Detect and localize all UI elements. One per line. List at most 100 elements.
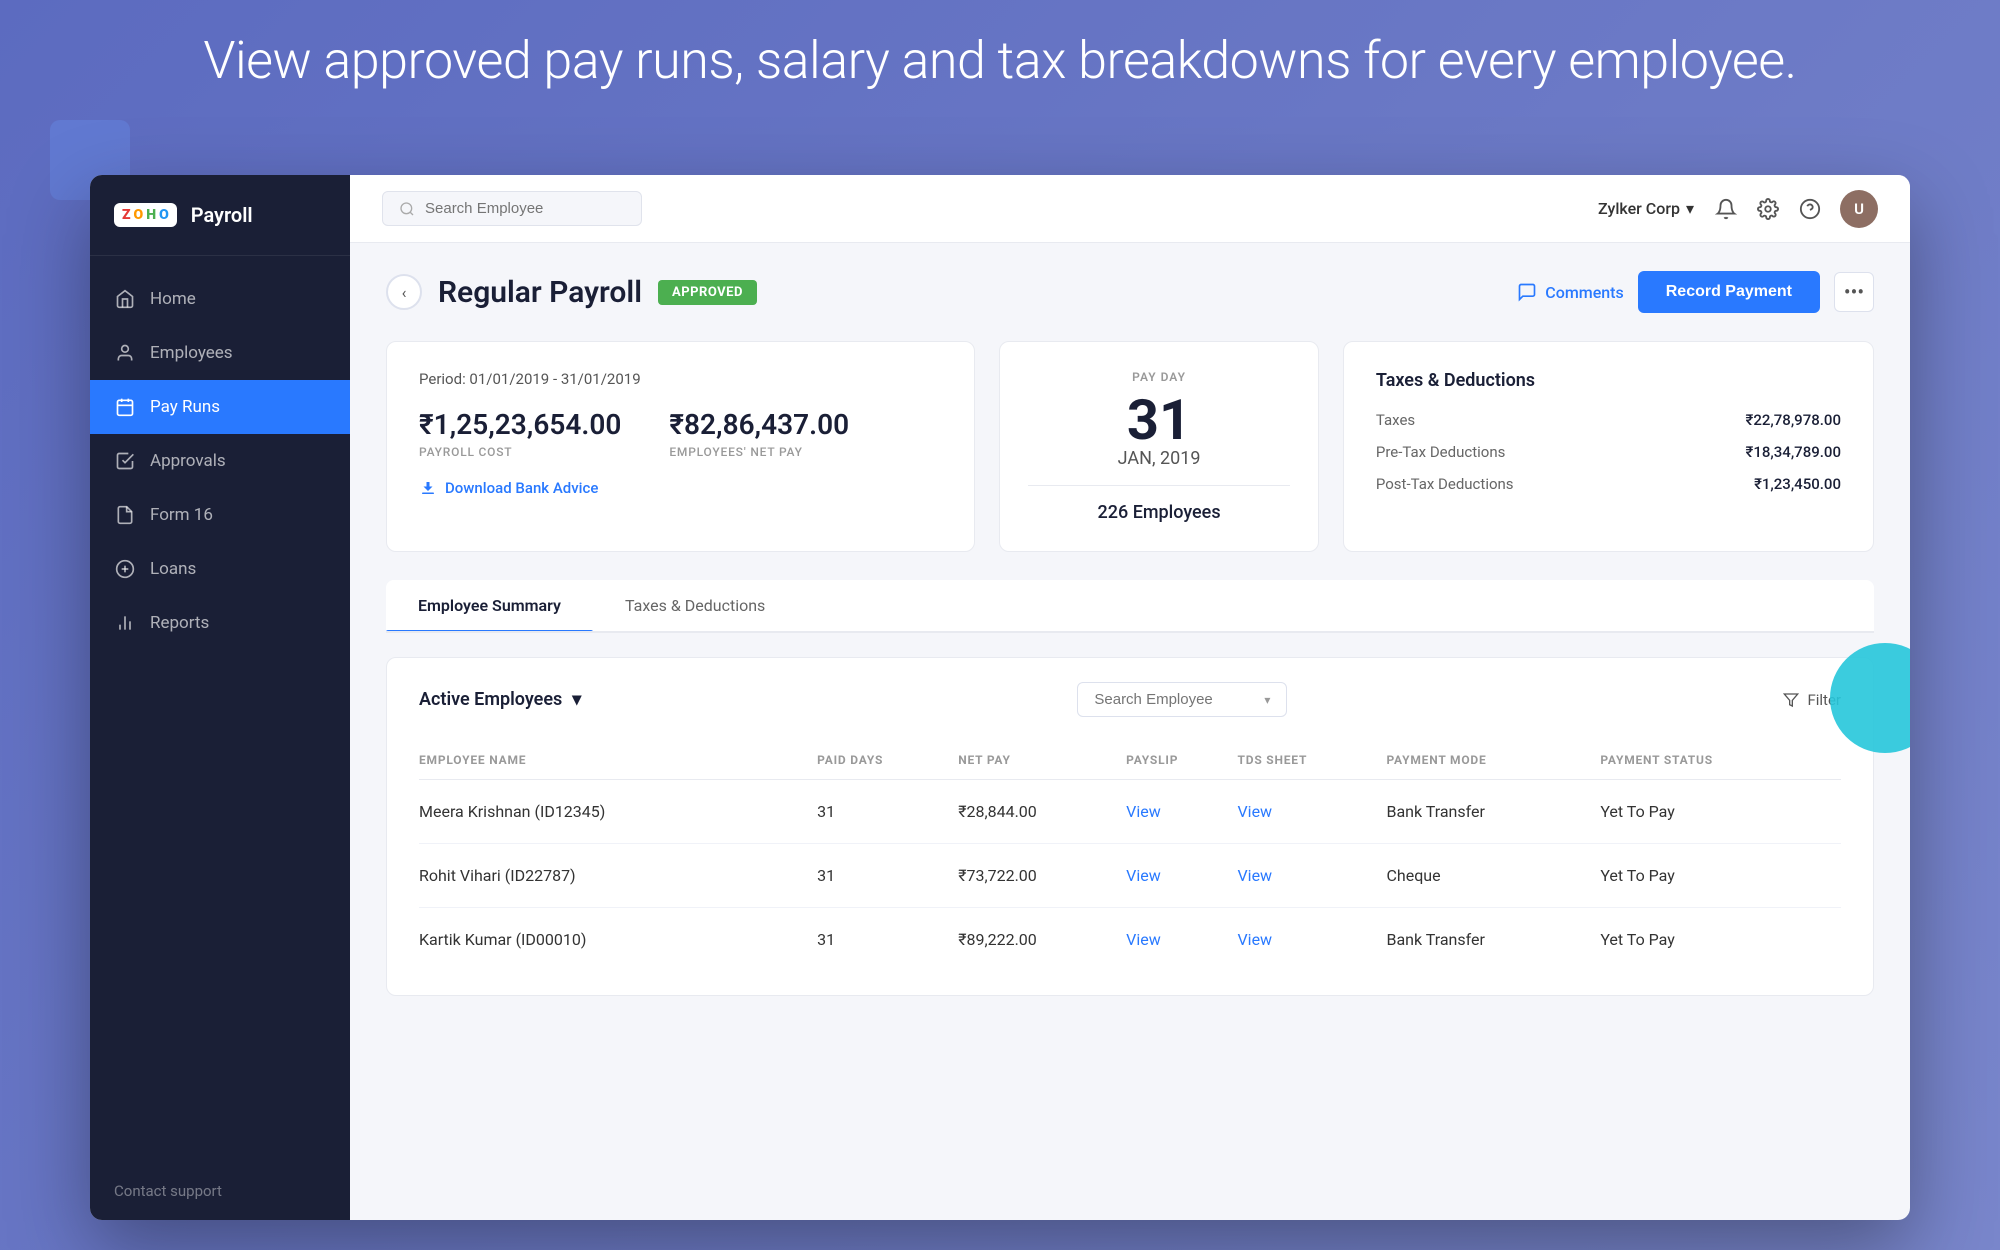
search-box[interactable] — [382, 191, 642, 226]
search-icon — [399, 201, 415, 217]
amounts-row: ₹1,25,23,654.00 PAYROLL COST ₹82,86,437.… — [419, 408, 942, 459]
download-bank-advice-link[interactable]: Download Bank Advice — [419, 479, 942, 497]
summary-cards: Period: 01/01/2019 - 31/01/2019 ₹1,25,23… — [386, 341, 1874, 552]
help-icon[interactable] — [1798, 197, 1822, 221]
topbar: Zylker Corp ▾ U — [350, 175, 1910, 243]
employees-count: 226 Employees — [1028, 485, 1290, 523]
contact-support[interactable]: Contact support — [90, 1162, 350, 1220]
sidebar-item-label-home: Home — [150, 289, 196, 309]
search-employee-input-box[interactable]: ▾ — [1077, 682, 1287, 717]
cell-paid-days-1: 31 — [817, 844, 958, 908]
cell-employee-name-2: Kartik Kumar (ID00010) — [419, 908, 817, 972]
cell-tds-sheet-0[interactable]: View — [1237, 780, 1386, 844]
tab-employee-summary[interactable]: Employee Summary — [386, 580, 593, 631]
check-square-icon — [114, 450, 136, 472]
calendar-icon — [114, 396, 136, 418]
table-toolbar: Active Employees ▾ ▾ Filter — [419, 682, 1841, 717]
back-button[interactable]: ‹ — [386, 274, 422, 310]
tax-row-posttax: Post-Tax Deductions ₹1,23,450.00 — [1376, 475, 1841, 493]
sidebar-item-label-form16: Form 16 — [150, 505, 213, 525]
payday-label: PAY DAY — [1028, 370, 1290, 384]
cell-payslip-2[interactable]: View — [1126, 908, 1237, 972]
page-title: Regular Payroll — [438, 275, 642, 310]
logo-z: Z — [122, 207, 131, 223]
col-payslip: PAYSLIP — [1126, 741, 1237, 780]
cell-payslip-1[interactable]: View — [1126, 844, 1237, 908]
logo-o2: O — [159, 207, 169, 223]
payroll-card: Period: 01/01/2019 - 31/01/2019 ₹1,25,23… — [386, 341, 975, 552]
cell-payment-mode-1: Cheque — [1386, 844, 1600, 908]
page-content: ‹ Regular Payroll APPROVED Comments Reco… — [350, 243, 1910, 1220]
more-options-button[interactable]: ••• — [1834, 272, 1874, 312]
record-payment-button[interactable]: Record Payment — [1638, 271, 1820, 313]
approved-badge: APPROVED — [658, 280, 757, 305]
sidebar-logo: Z O H O Payroll — [90, 175, 350, 256]
active-employees-label: Active Employees — [419, 689, 562, 710]
cell-tds-sheet-1[interactable]: View — [1237, 844, 1386, 908]
sidebar-item-loans[interactable]: Loans — [90, 542, 350, 596]
col-payment-mode: PAYMENT MODE — [1386, 741, 1600, 780]
cell-tds-sheet-2[interactable]: View — [1237, 908, 1386, 972]
file-icon — [114, 504, 136, 526]
sidebar: Z O H O Payroll Home Employees — [90, 175, 350, 1220]
download-label: Download Bank Advice — [445, 479, 598, 497]
person-icon — [114, 342, 136, 364]
table-row: Kartik Kumar (ID00010) 31 ₹89,222.00 Vie… — [419, 908, 1841, 972]
sidebar-nav: Home Employees Pay Runs Approvals — [90, 256, 350, 1162]
chevron-down-icon: ▾ — [1686, 199, 1694, 218]
company-name-text: Zylker Corp — [1598, 199, 1680, 218]
col-paid-days: PAID DAYS — [817, 741, 958, 780]
tax-name-pretax: Pre-Tax Deductions — [1376, 443, 1505, 461]
table-row: Rohit Vihari (ID22787) 31 ₹73,722.00 Vie… — [419, 844, 1841, 908]
logo-payroll: Payroll — [191, 203, 253, 227]
sidebar-item-form16[interactable]: Form 16 — [90, 488, 350, 542]
employee-table: EMPLOYEE NAME PAID DAYS NET PAY PAYSLIP … — [419, 741, 1841, 971]
hero-text: View approved pay runs, salary and tax b… — [0, 30, 2000, 91]
sidebar-item-payruns[interactable]: Pay Runs — [90, 380, 350, 434]
tab-taxes-deductions[interactable]: Taxes & Deductions — [593, 580, 797, 631]
search-employee-input[interactable] — [1094, 691, 1254, 708]
net-pay-value: ₹82,86,437.00 — [669, 408, 849, 441]
payroll-cost-value: ₹1,25,23,654.00 — [419, 408, 621, 441]
page-header-left: ‹ Regular Payroll APPROVED — [386, 274, 757, 310]
sidebar-item-reports[interactable]: Reports — [90, 596, 350, 650]
payday-month: JAN, 2019 — [1028, 448, 1290, 469]
dollar-circle-icon — [114, 558, 136, 580]
col-employee-name: EMPLOYEE NAME — [419, 741, 817, 780]
cell-payment-mode-2: Bank Transfer — [1386, 908, 1600, 972]
settings-icon[interactable] — [1756, 197, 1780, 221]
sidebar-item-employees[interactable]: Employees — [90, 326, 350, 380]
comments-button[interactable]: Comments — [1517, 282, 1623, 302]
tax-row-pretax: Pre-Tax Deductions ₹18,34,789.00 — [1376, 443, 1841, 461]
avatar[interactable]: U — [1840, 190, 1878, 228]
cell-payslip-0[interactable]: View — [1126, 780, 1237, 844]
cell-payment-status-1: Yet To Pay — [1600, 844, 1841, 908]
topbar-icons: U — [1714, 190, 1878, 228]
sidebar-item-label-employees: Employees — [150, 343, 233, 363]
payroll-cost-label: PAYROLL COST — [419, 445, 621, 459]
cell-payment-status-0: Yet To Pay — [1600, 780, 1841, 844]
taxes-card: Taxes & Deductions Taxes ₹22,78,978.00 P… — [1343, 341, 1874, 552]
sidebar-item-label-approvals: Approvals — [150, 451, 226, 471]
company-selector[interactable]: Zylker Corp ▾ — [1598, 199, 1694, 218]
cell-employee-name-1: Rohit Vihari (ID22787) — [419, 844, 817, 908]
tab-employee-summary-label: Employee Summary — [418, 596, 561, 615]
search-input[interactable] — [425, 200, 625, 217]
tax-name-posttax: Post-Tax Deductions — [1376, 475, 1514, 493]
cell-net-pay-0: ₹28,844.00 — [958, 780, 1126, 844]
logo-h: H — [146, 207, 156, 223]
taxes-title: Taxes & Deductions — [1376, 370, 1841, 391]
col-tds-sheet: TDS SHEET — [1237, 741, 1386, 780]
sidebar-item-label-payruns: Pay Runs — [150, 397, 220, 417]
sidebar-item-label-loans: Loans — [150, 559, 196, 579]
cell-payment-mode-0: Bank Transfer — [1386, 780, 1600, 844]
bell-icon[interactable] — [1714, 197, 1738, 221]
cell-employee-name-0: Meera Krishnan (ID12345) — [419, 780, 817, 844]
comments-label: Comments — [1545, 283, 1623, 302]
active-employees-dropdown[interactable]: Active Employees ▾ — [419, 689, 581, 710]
page-header-right: Comments Record Payment ••• — [1517, 271, 1874, 313]
table-section: Active Employees ▾ ▾ Filter — [386, 657, 1874, 996]
tax-val-taxes: ₹22,78,978.00 — [1746, 411, 1841, 429]
sidebar-item-home[interactable]: Home — [90, 272, 350, 326]
sidebar-item-approvals[interactable]: Approvals — [90, 434, 350, 488]
